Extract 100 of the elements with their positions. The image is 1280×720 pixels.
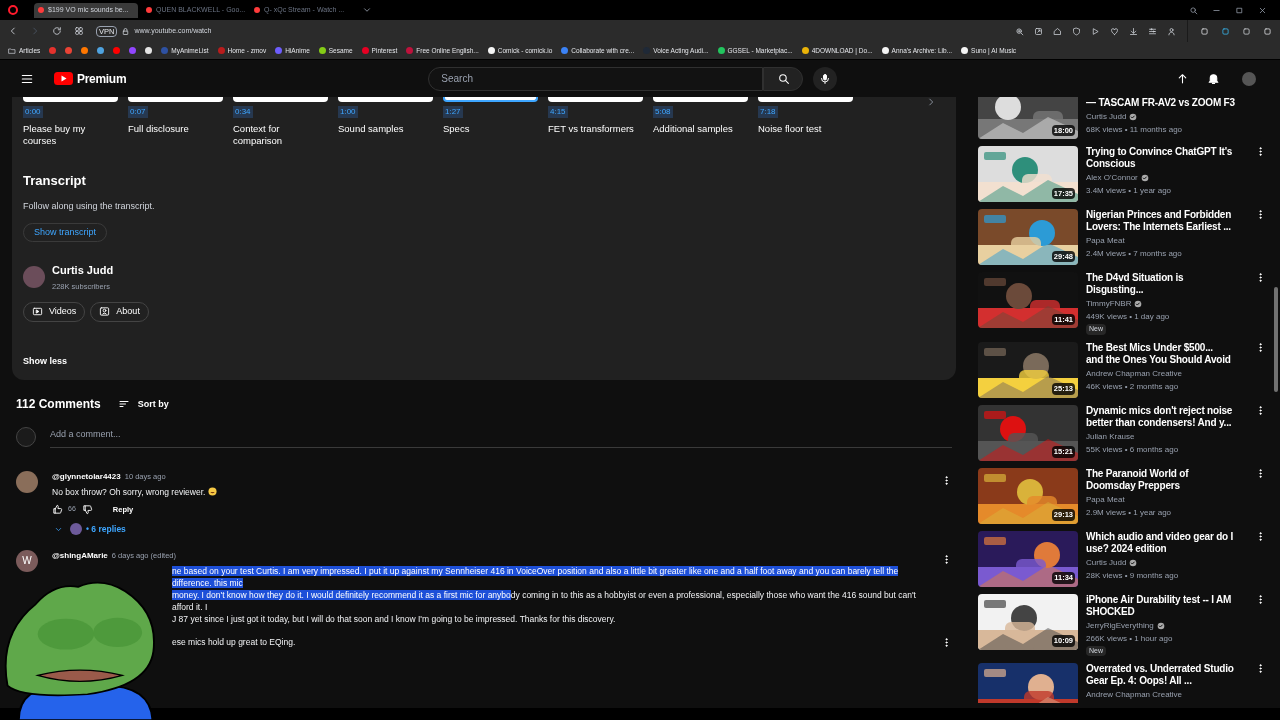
video-title[interactable]: Lovers: The Internets Earliest ... <box>1086 221 1247 233</box>
video-title[interactable]: Conscious <box>1086 158 1247 170</box>
video-title[interactable]: The Best Mics Under $500... <box>1086 341 1247 354</box>
comment-text: No box throw? Oh sorry, wrong reviewer. <box>52 485 206 498</box>
chapter-item[interactable]: 0:34 Context for comparison <box>233 97 338 157</box>
channel-name[interactable]: Andrew Chapman Creative <box>1086 689 1183 701</box>
comment-author[interactable]: @glynnetolar4423 <box>52 470 121 483</box>
dislike-icon[interactable] <box>81 503 93 515</box>
next-chapters-icon[interactable] <box>926 97 936 107</box>
extension-icon[interactable] <box>1263 26 1272 36</box>
comment-text: ese mics hold up great to EQing. <box>172 635 297 648</box>
video-meta: 55K views • 6 months ago <box>1086 443 1180 456</box>
replies-button[interactable]: • 6 replies <box>54 523 126 536</box>
video-meta: 449K views • 1 day ago <box>1086 311 1171 323</box>
chapter-item[interactable]: 0:00 Please buy my courses <box>23 97 128 157</box>
video-title[interactable]: — TASCAM FR-AV2 vs ZOOM F3 <box>1086 97 1247 109</box>
site-icon[interactable] <box>81 47 89 54</box>
video-title[interactable]: use? 2024 edition <box>1086 542 1247 555</box>
video-meta: 28K views • 9 months ago <box>1086 569 1180 582</box>
video-meta: 2.9M views • 1 year ago <box>1086 506 1173 519</box>
video-meta: 68K views • 11 months ago <box>1086 124 1184 136</box>
video-title[interactable]: Doomsday Preppers <box>1086 479 1247 492</box>
heart-icon[interactable] <box>1110 26 1119 36</box>
video-title[interactable]: Trying to Convince ChatGPT It's <box>1086 146 1247 158</box>
chapter-item[interactable]: 1:00 Sound samples <box>338 97 443 157</box>
commenter-avatar[interactable] <box>16 470 38 493</box>
show-less-button[interactable]: Show less <box>23 354 67 369</box>
tab-favicon-icon <box>146 7 152 13</box>
channel-name[interactable]: TimmyFNBR <box>1086 298 1132 310</box>
account-avatar[interactable] <box>1242 71 1256 86</box>
maximize-icon[interactable] <box>1235 5 1244 15</box>
youtube-logo[interactable]: Premium <box>54 69 127 88</box>
search-button[interactable] <box>763 66 804 91</box>
extension-icon[interactable] <box>1200 26 1209 36</box>
video-title[interactable]: and the Ones You Should Avoid <box>1086 353 1247 366</box>
upload-icon[interactable] <box>1176 72 1189 85</box>
video-title[interactable]: Which audio and video gear do I <box>1086 530 1247 543</box>
tab-favicon-icon <box>254 7 260 13</box>
profile-icon <box>99 306 111 318</box>
scrollbar-thumb[interactable] <box>1274 287 1278 392</box>
sort-button[interactable]: Sort by <box>117 397 169 411</box>
comment-input-field[interactable]: Add a comment... <box>50 426 952 448</box>
comment-author[interactable]: @shingAMarie <box>52 549 108 562</box>
channel-name[interactable]: JerryRigEverything <box>1086 619 1154 632</box>
site-icon[interactable] <box>97 47 105 54</box>
search-field[interactable]: Search <box>428 66 764 91</box>
video-title[interactable]: Gear Ep. 4: Oops! All ... <box>1086 675 1247 687</box>
home-icon[interactable] <box>1053 26 1062 36</box>
video-title[interactable]: better than condensers! And y... <box>1086 416 1247 429</box>
back-icon[interactable] <box>8 26 18 36</box>
comment-count: 112 Comments <box>16 396 101 414</box>
video-title[interactable]: SHOCKED <box>1086 605 1247 618</box>
channel-name[interactable]: Curtis Judd <box>1086 111 1127 123</box>
extension-icon[interactable] <box>1242 26 1251 36</box>
zoom-icon[interactable] <box>1015 26 1024 36</box>
user-avatar <box>16 427 36 447</box>
folder-icon <box>8 46 16 55</box>
channel-name[interactable]: Curtis Judd <box>52 262 114 279</box>
video-title[interactable]: The D4vd Situation is <box>1086 272 1247 284</box>
play-icon[interactable] <box>1091 26 1100 36</box>
user-icon[interactable] <box>1167 26 1176 36</box>
shield-icon[interactable] <box>1072 26 1081 36</box>
chapter-item[interactable]: 7:18 Noise floor test <box>758 97 863 157</box>
channel-name[interactable]: Alex O'Connor <box>1086 172 1138 184</box>
video-meta: 3.4M views • 1 year ago <box>1086 185 1173 197</box>
tab-menu-icon[interactable] <box>362 5 372 15</box>
video-title[interactable]: Dynamic mics don't reject noise <box>1086 404 1247 417</box>
share-icon[interactable] <box>1034 26 1043 36</box>
video-title[interactable]: The Paranoid World of <box>1086 467 1247 480</box>
close-icon[interactable] <box>1258 5 1267 15</box>
lock-icon <box>121 26 131 36</box>
channel-name[interactable]: Andrew Chapman Creative <box>1086 367 1183 380</box>
sliders-icon[interactable] <box>1148 26 1157 36</box>
extension-icon[interactable] <box>1221 26 1230 36</box>
reload-icon[interactable] <box>52 26 62 36</box>
chapter-item[interactable]: 4:15 FET vs transformers <box>548 97 653 157</box>
grid-icon[interactable] <box>74 26 84 36</box>
download-icon[interactable] <box>1129 26 1138 36</box>
voice-search-button[interactable] <box>813 66 838 91</box>
channel-name[interactable]: Papa Meat <box>1086 235 1125 247</box>
transcript-description: Follow along using the transcript. <box>23 199 155 213</box>
search-icon[interactable] <box>1189 5 1198 15</box>
channel-name[interactable]: Curtis Judd <box>1086 556 1127 569</box>
channel-name[interactable]: Papa Meat <box>1086 493 1125 506</box>
video-meta: 2.4M views • 7 months ago <box>1086 248 1183 260</box>
tab-favicon-icon <box>38 7 44 13</box>
video-title[interactable]: Overrated vs. Underrated Studio <box>1086 663 1247 675</box>
video-title[interactable]: Disgusting... <box>1086 284 1247 296</box>
notifications-icon[interactable] <box>1207 72 1220 85</box>
mic-icon <box>819 72 832 85</box>
commenter-avatar[interactable]: W <box>16 549 38 572</box>
channel-name[interactable]: Julian Krause <box>1086 430 1135 443</box>
search-icon <box>776 72 790 85</box>
video-title[interactable]: Nigerian Princes and Forbidden <box>1086 209 1247 221</box>
video-meta: 46K views • 2 months ago <box>1086 380 1180 393</box>
video-title[interactable]: iPhone Air Durability test -- I AM <box>1086 593 1247 606</box>
chapter-item[interactable]: 1:27 Specs <box>443 97 548 157</box>
chapter-item[interactable]: 5:08 Additional samples <box>653 97 758 157</box>
site-icon[interactable] <box>145 47 153 54</box>
like-icon[interactable] <box>52 503 63 515</box>
